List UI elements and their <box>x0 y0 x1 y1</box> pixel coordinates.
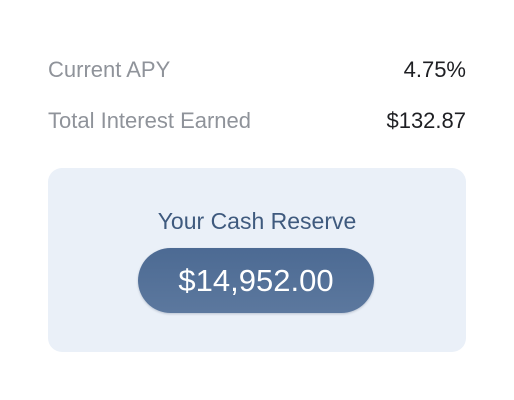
interest-label: Total Interest Earned <box>48 108 252 133</box>
apy-row: Current APY 4.75% <box>48 55 466 85</box>
interest-row: Total Interest Earned $132.87 <box>48 106 466 136</box>
cash-reserve-card: Your Cash Reserve $14,952.00 <box>48 168 466 352</box>
interest-value: $132.87 <box>386 108 466 133</box>
apy-label: Current APY <box>48 57 171 82</box>
account-stats: Current APY 4.75% Total Interest Earned … <box>48 55 466 136</box>
cash-reserve-title: Your Cash Reserve <box>157 208 357 234</box>
apy-value: 4.75% <box>403 57 466 82</box>
cash-reserve-amount: $14,952.00 <box>138 248 374 313</box>
